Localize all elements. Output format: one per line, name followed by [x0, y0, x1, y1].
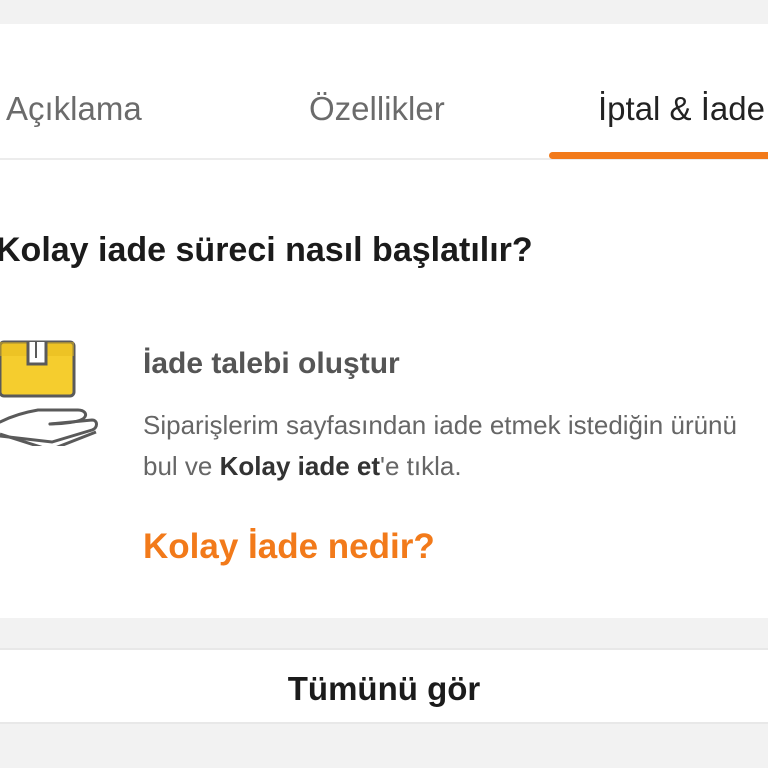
package-on-hand-icon [0, 336, 104, 452]
see-all-label: Tümünü gör [287, 670, 481, 707]
step-description-bold: Kolay iade et [219, 451, 381, 481]
tab-features[interactable]: Özellikler [309, 90, 445, 128]
tab-cancel-return[interactable]: İptal & İade [598, 90, 765, 128]
step-description: Siparişlerim sayfasından iade etmek iste… [143, 405, 763, 487]
tab-bar: Açıklama Özellikler İptal & İade [0, 24, 768, 160]
kolay-iade-info-link[interactable]: Kolay İade nedir? [143, 527, 435, 567]
product-info-card: Açıklama Özellikler İptal & İade Kolay i… [0, 24, 768, 618]
page: Açıklama Özellikler İptal & İade Kolay i… [0, 0, 768, 768]
see-all-button[interactable]: Tümünü gör [0, 648, 768, 724]
step-title: İade talebi oluştur [143, 347, 400, 380]
tab-description[interactable]: Açıklama [6, 90, 142, 128]
step-description-suffix: 'e tıkla. [380, 451, 462, 481]
section-title: Kolay iade süreci nasıl başlatılır? [0, 231, 533, 269]
active-tab-indicator [549, 152, 768, 159]
